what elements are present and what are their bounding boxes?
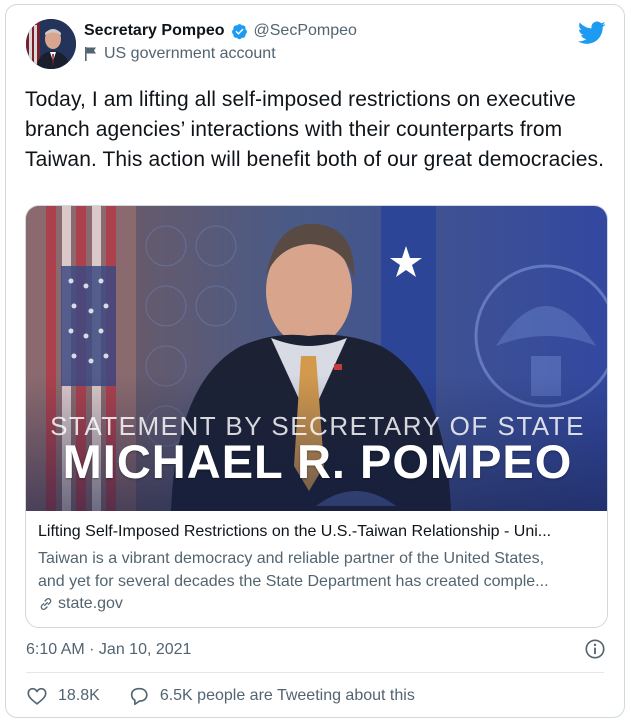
link-description-line: Taiwan is a vibrant democracy and reliab…: [38, 550, 545, 567]
avatar-portrait: [26, 19, 76, 69]
tweet-text: Today, I am lifting all self-imposed res…: [25, 88, 605, 171]
link-domain-row: state.gov: [38, 595, 598, 613]
like-action[interactable]: 18.8K: [26, 685, 100, 707]
like-count: 18.8K: [58, 687, 100, 704]
tweeting-about-text: 6.5K people are Tweeting about this: [159, 687, 415, 704]
divider: [26, 672, 604, 673]
flag-icon: [85, 47, 96, 61]
government-label: US government account: [104, 45, 276, 62]
tweet-actions: 18.8K 6.5K people are Tweeting about thi…: [26, 685, 415, 707]
twitter-bird-icon[interactable]: [578, 21, 606, 45]
link-icon: [40, 598, 52, 610]
link-preview-image: STATEMENT BY SECRETARY OF STATE MICHAEL …: [26, 206, 607, 511]
avatar[interactable]: [26, 19, 76, 69]
tweet-timestamp[interactable]: 6:10 AM · Jan 10, 2021: [26, 641, 191, 659]
government-label-row[interactable]: US government account: [84, 45, 276, 63]
link-description-line: and yet for several decades the State De…: [38, 573, 549, 590]
author-handle[interactable]: @SecPompeo: [254, 22, 357, 40]
reply-bubble-icon[interactable]: [128, 685, 150, 707]
link-title[interactable]: Lifting Self-Imposed Restrictions on the…: [38, 521, 598, 543]
link-preview-meta: Lifting Self-Imposed Restrictions on the…: [38, 521, 598, 613]
reply-action[interactable]: 6.5K people are Tweeting about this: [128, 685, 415, 707]
heart-icon[interactable]: [26, 685, 48, 707]
author-name-row: Secretary Pompeo @SecPompeo: [84, 22, 357, 40]
verified-badge-icon: [231, 23, 247, 39]
image-caption-name: MICHAEL R. POMPEO: [62, 435, 573, 488]
link-domain: state.gov: [58, 595, 123, 612]
info-icon[interactable]: [584, 638, 606, 660]
link-preview-card[interactable]: STATEMENT BY SECRETARY OF STATE MICHAEL …: [25, 205, 608, 628]
link-description: Taiwan is a vibrant democracy and reliab…: [38, 547, 598, 593]
author-name[interactable]: Secretary Pompeo: [84, 22, 225, 40]
tweet-card: Secretary Pompeo @SecPompeo US governmen…: [5, 4, 625, 718]
